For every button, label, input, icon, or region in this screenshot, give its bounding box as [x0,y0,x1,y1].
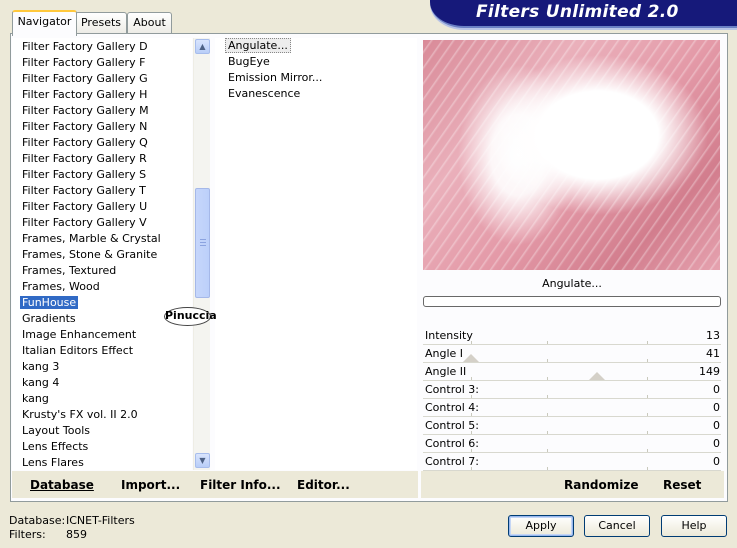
watermark-label: Pinuccia [164,307,217,326]
category-item[interactable]: Filter Factory Gallery T [12,183,192,199]
control-value: 13 [706,329,720,342]
category-item[interactable]: Filter Factory Gallery V [12,215,192,231]
scrollbar-thumb[interactable] [195,188,210,298]
category-item[interactable]: Filter Factory Gallery Q [12,135,192,151]
slider-knob[interactable] [462,354,479,362]
preview-filter-name: Angulate... [542,277,602,290]
category-item[interactable]: Frames, Wood [12,279,192,295]
control-value: 0 [713,401,720,414]
category-item[interactable]: kang 4 [12,375,192,391]
category-item[interactable]: Filter Factory Gallery U [12,199,192,215]
category-item[interactable]: Filter Factory Gallery D [12,39,192,55]
category-item[interactable]: Krusty's FX vol. II 2.0 [12,407,192,423]
scroll-up-arrow-icon[interactable]: ▲ [195,39,210,54]
import-button[interactable]: Import... [121,478,180,492]
category-item[interactable]: Image Enhancement [12,327,192,343]
filter-item[interactable]: BugEye [215,54,417,70]
control-slider[interactable]: Control 4: 0 [423,399,721,417]
apply-button[interactable]: Apply [508,515,574,537]
reset-button[interactable]: Reset [663,478,701,492]
status-filters-label: Filters: [9,528,46,541]
help-button[interactable]: Help [661,515,727,537]
app-title: Filters Unlimited 2.0 [476,2,679,22]
scroll-down-arrow-icon[interactable]: ▼ [195,453,210,468]
control-value: 41 [706,347,720,360]
control-slider[interactable]: Control 5: 0 [423,417,721,435]
tab-presets[interactable]: Presets [75,12,127,34]
category-item[interactable]: kang [12,391,192,407]
category-item[interactable]: Lens Flares [12,455,192,470]
control-label: Intensity [425,329,473,342]
category-item[interactable]: Frames, Textured [12,263,192,279]
control-slider[interactable]: Angle I 41 [423,345,721,363]
cancel-button[interactable]: Cancel [584,515,650,537]
category-item[interactable]: Filter Factory Gallery N [12,119,192,135]
category-item[interactable]: Filter Factory Gallery S [12,167,192,183]
control-slider[interactable]: Intensity 13 [423,327,721,345]
control-value: 149 [699,365,720,378]
status-database-label: Database: [9,514,66,527]
control-value: 0 [713,419,720,432]
title-banner: Filters Unlimited 2.0 [430,0,737,28]
category-item[interactable]: Filter Factory Gallery F [12,55,192,71]
category-item[interactable]: Filter Factory Gallery H [12,87,192,103]
filter-item[interactable]: Emission Mirror... [215,70,417,86]
control-slider[interactable]: Control 6: 0 [423,435,721,453]
filter-list[interactable]: Angulate... BugEye Emission Mirror... Evane… [215,38,417,470]
control-label: Angle I [425,347,464,360]
control-slider[interactable]: Control 7: 0 [423,453,721,471]
slider-knob[interactable] [589,372,606,380]
status-filters-value: 859 [66,528,87,541]
category-item[interactable]: Frames, Stone & Granite [12,247,192,263]
control-value: 0 [713,383,720,396]
control-slider[interactable]: Control 3: 0 [423,381,721,399]
status-database-value: ICNET-Filters [66,514,135,527]
category-item[interactable]: Filter Factory Gallery M [12,103,192,119]
category-item[interactable]: Filter Factory Gallery G [12,71,192,87]
progress-bar [423,296,721,307]
category-scrollbar[interactable]: ▲ ▼ [193,38,210,470]
editor-button[interactable]: Editor... [297,478,350,492]
category-list[interactable]: Filter Factory Gallery D Filter Factory G… [12,38,192,470]
randomize-button[interactable]: Randomize [564,478,638,492]
control-value: 0 [713,437,720,450]
preview-image [423,40,720,270]
category-item[interactable]: Italian Editors Effect [12,343,192,359]
category-item[interactable]: Lens Effects [12,439,192,455]
tab-about[interactable]: About [127,12,172,34]
control-slider[interactable]: Angle II 149 [423,363,721,381]
database-button[interactable]: Database [30,478,94,492]
control-label: Angle II [425,365,467,378]
filter-item[interactable]: Angulate... [215,38,417,54]
category-item[interactable]: Filter Factory Gallery R [12,151,192,167]
category-item[interactable]: Layout Tools [12,423,192,439]
filter-info-button[interactable]: Filter Info... [200,478,281,492]
control-value: 0 [713,455,720,468]
filter-item[interactable]: Evanescence [215,86,417,102]
tab-navigator[interactable]: Navigator [12,10,77,36]
category-item[interactable]: Frames, Marble & Crystal [12,231,192,247]
category-item[interactable]: kang 3 [12,359,192,375]
